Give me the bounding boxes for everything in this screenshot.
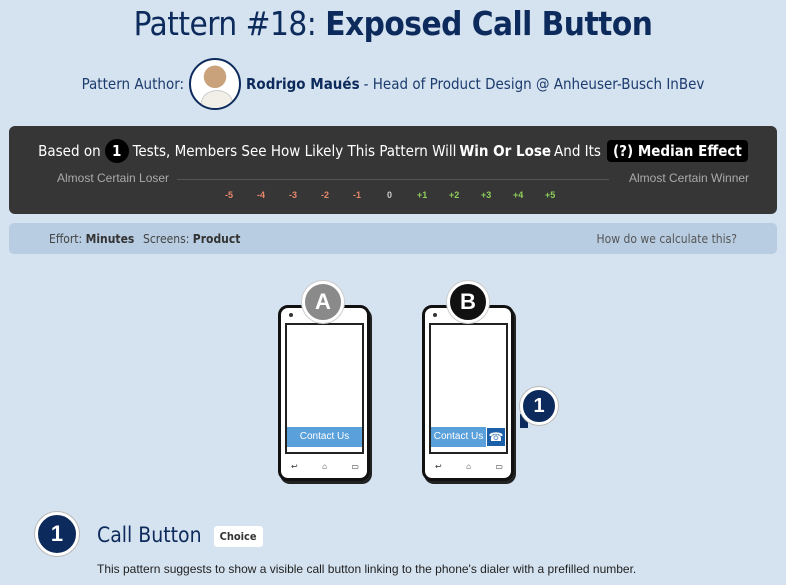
- stats-headline: Based on 1 Tests, Members See How Likely…: [9, 139, 777, 163]
- scale-right-label: Almost Certain Winner: [629, 171, 750, 185]
- title-main: Exposed Call Button: [325, 4, 653, 43]
- and-its-text: And Its: [554, 142, 601, 160]
- section-title: Call Button: [97, 523, 202, 547]
- recent-icon: ▭: [495, 462, 503, 471]
- phone-screen: Contact Us: [285, 323, 364, 454]
- section-number-badge: 1: [35, 512, 79, 556]
- effort-label: Effort:: [49, 232, 83, 246]
- variant-a-badge: A: [302, 281, 344, 323]
- page-title: Pattern #18: Exposed Call Button: [0, 4, 786, 43]
- based-on-text: Based on: [38, 142, 101, 160]
- back-icon: ↩: [291, 462, 298, 471]
- scale-tick: -3: [289, 190, 298, 200]
- scale-tick: -2: [321, 190, 330, 200]
- scale-tick: +4: [513, 190, 524, 200]
- scale-left-label: Almost Certain Loser: [57, 171, 170, 185]
- recent-icon: ▭: [351, 462, 359, 471]
- author-role: - Head of Product Design @ Anheuser-Busc…: [363, 75, 705, 93]
- scale-tick: -1: [353, 190, 362, 200]
- phone-variant-a: Contact Us ↩ ⌂ ▭: [278, 305, 370, 481]
- screens-info: Screens: Product: [143, 232, 240, 246]
- call-icon[interactable]: ☎: [486, 427, 506, 447]
- contact-us-button[interactable]: Contact Us: [431, 427, 486, 447]
- nav-icons: ↩ ⌂ ▭: [435, 462, 503, 471]
- section-title-row: Call Button Choice: [97, 523, 263, 547]
- nav-icons: ↩ ⌂ ▭: [291, 462, 359, 471]
- author-label: Pattern Author:: [81, 75, 185, 93]
- home-icon: ⌂: [322, 462, 327, 471]
- scale-tick: -5: [225, 190, 234, 200]
- win-lose-text: Win Or Lose: [459, 142, 552, 160]
- scale-line: [177, 179, 609, 180]
- calc-link[interactable]: How do we calculate this?: [597, 232, 737, 246]
- title-prefix: Pattern #18:: [133, 4, 317, 43]
- phone-screen: Contact Us ☎: [429, 323, 508, 454]
- author-name[interactable]: Rodrigo Maués: [246, 75, 360, 93]
- annotation-marker[interactable]: 1: [520, 387, 558, 425]
- effort-info: Effort: Minutes: [49, 232, 134, 246]
- scale-tick: +3: [481, 190, 492, 200]
- scale-tick: +2: [449, 190, 460, 200]
- tests-count-badge[interactable]: 1: [104, 139, 129, 163]
- phone-variant-b: Contact Us ☎ ↩ ⌂ ▭: [422, 305, 514, 481]
- median-effect-button[interactable]: (?) Median Effect: [606, 140, 748, 162]
- camera-dot: [289, 313, 293, 317]
- back-icon: ↩: [435, 462, 442, 471]
- scale-tick: +5: [545, 190, 556, 200]
- author-line: Pattern Author: Rodrigo Maués - Head of …: [0, 58, 786, 110]
- contact-us-button[interactable]: Contact Us: [287, 427, 362, 447]
- avatar: [189, 58, 242, 110]
- scale-tick: +1: [417, 190, 428, 200]
- choice-tag: Choice: [213, 525, 263, 547]
- section-description: This pattern suggests to show a visible …: [97, 562, 637, 576]
- screens-label: Screens:: [143, 232, 190, 246]
- meta-bar: Effort: Minutes Screens: Product How do …: [9, 223, 777, 254]
- scale-tick: -4: [257, 190, 266, 200]
- home-icon: ⌂: [466, 462, 471, 471]
- scale-tick: 0: [387, 190, 393, 200]
- screens-value: Product: [192, 232, 241, 246]
- stats-panel: Based on 1 Tests, Members See How Likely…: [9, 126, 777, 214]
- tests-text: Tests, Members See How Likely This Patte…: [132, 142, 457, 160]
- camera-dot: [433, 313, 437, 317]
- variant-b-badge: B: [447, 281, 489, 323]
- effort-value: Minutes: [85, 232, 135, 246]
